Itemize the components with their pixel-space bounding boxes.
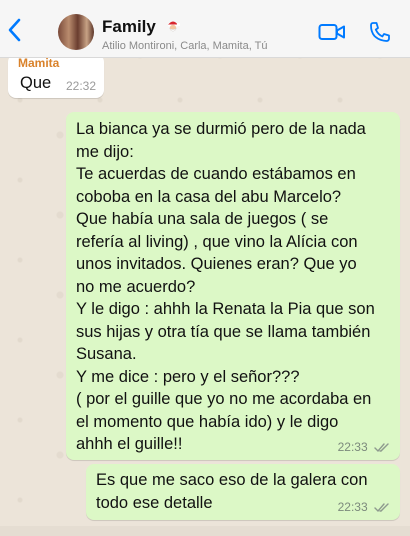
group-name: Family [102,17,156,36]
chat-header: Family Atilio Montironi, Carla, Mamita, … [0,0,410,58]
message-meta: 22:33 [338,500,390,514]
message-timestamp: 22:32 [65,79,96,93]
sender-name: Mamita [18,56,60,70]
outgoing-message-bubble[interactable]: La bianca ya se durmió pero de la nada m… [66,112,400,460]
message-timestamp: 22:33 [337,440,368,454]
video-call-icon[interactable] [318,22,346,42]
read-ticks-icon [374,443,389,453]
message-timestamp: 22:33 [337,500,368,514]
message-text: Que [20,74,52,92]
message-meta: 22:33 [338,440,390,454]
group-members: Atilio Montironi, Carla, Mamita, Tú [102,40,268,52]
chat-title[interactable]: Family [102,17,181,37]
outgoing-message-bubble[interactable]: Es que me saco eso de la galera con todo… [86,464,400,520]
chevron-left-icon[interactable] [6,17,24,43]
chat-bottom-edge [0,526,410,536]
group-avatar[interactable] [58,14,94,50]
message-text: La bianca ya se durmió pero de la nada m… [76,120,375,453]
read-ticks-icon [374,503,389,513]
phone-call-icon[interactable] [368,20,392,44]
santa-emoji-icon [167,21,180,32]
